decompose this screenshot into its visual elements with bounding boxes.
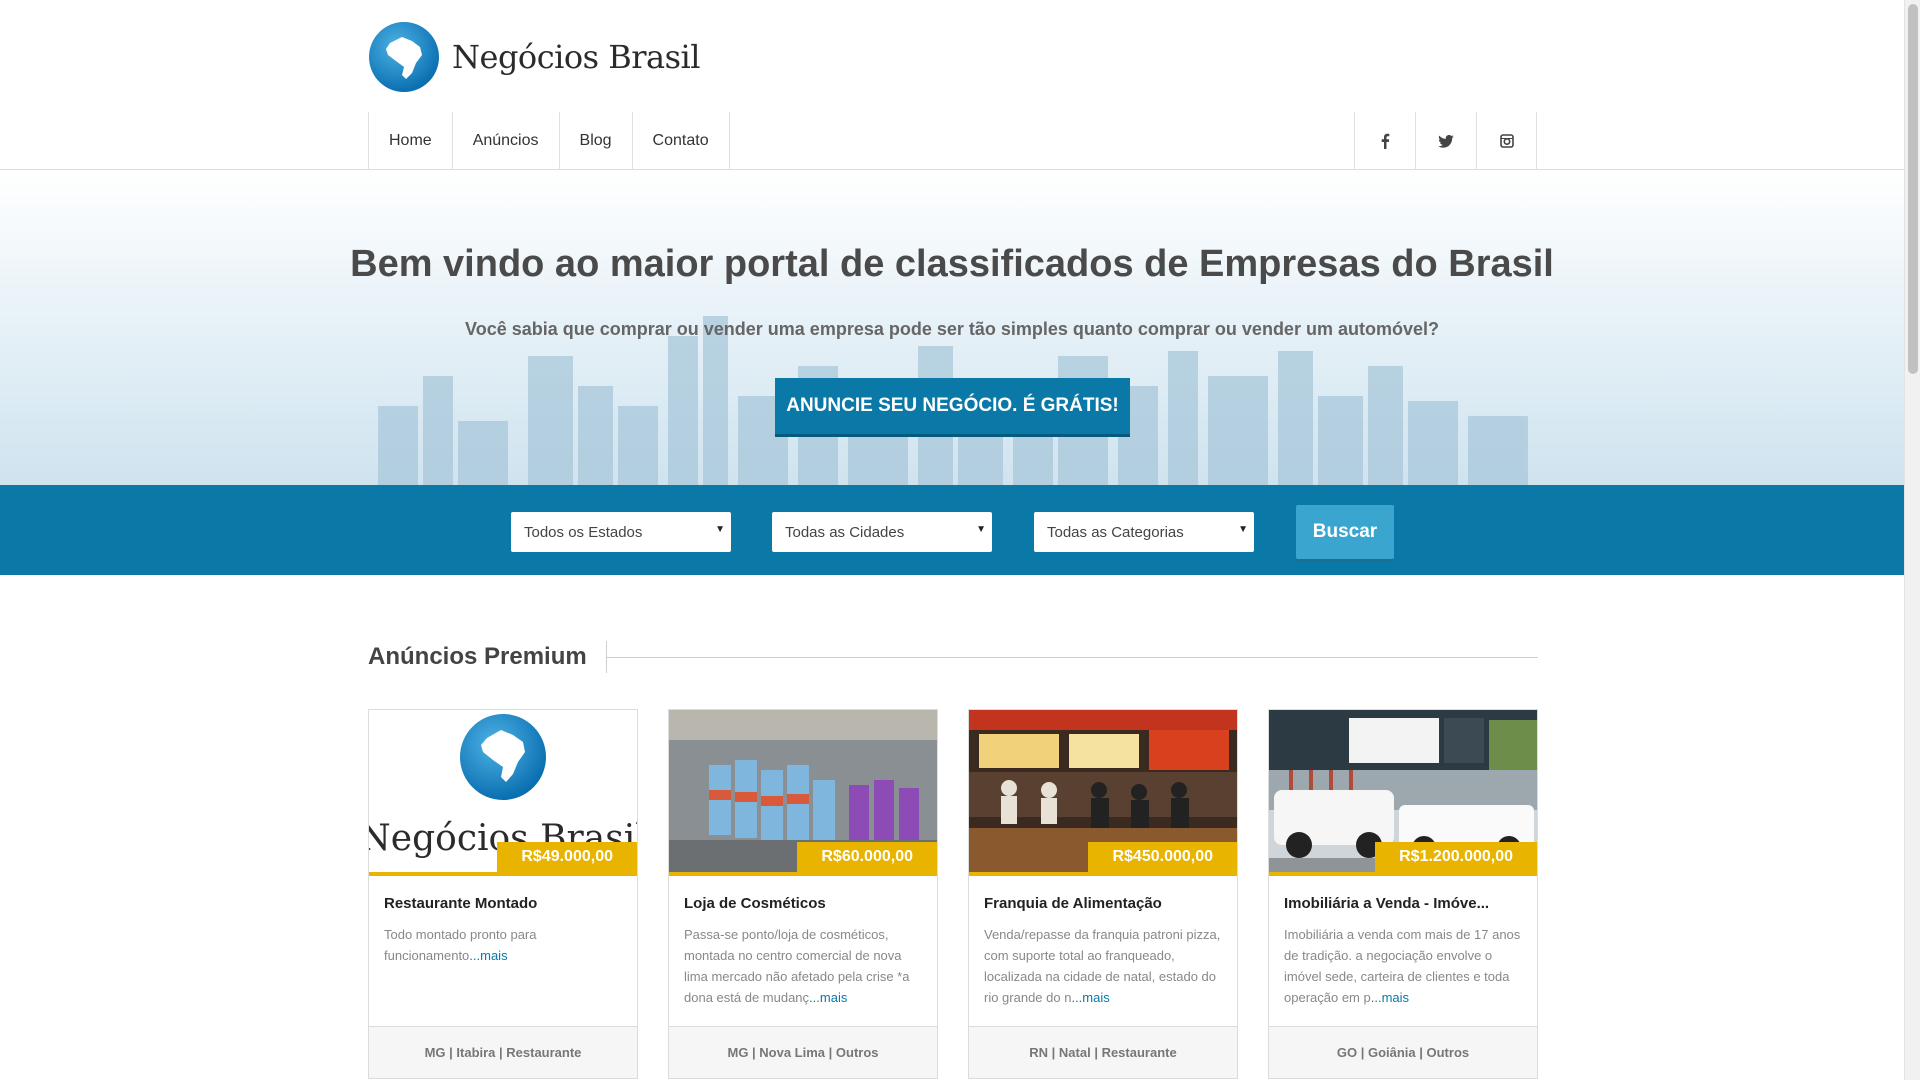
search-bar: Todos os Estados ▼ Todas as Cidades ▼ To… <box>0 485 1904 575</box>
price-accent-bar <box>669 872 937 876</box>
scrollbar-thumb[interactable] <box>1908 4 1918 374</box>
city-select[interactable]: Todas as Cidades ▼ <box>772 512 992 552</box>
listing-card[interactable]: R$60.000,00 Loja de Cosméticos Passa-se … <box>668 709 938 1079</box>
listing-location: GO | Goiânia | Outros <box>1269 1026 1537 1078</box>
listing-title[interactable]: Franquia de Alimentação <box>984 895 1162 912</box>
brazil-globe-icon <box>369 22 439 92</box>
page: Negócios Brasil Home Anúncios Blog Conta… <box>0 0 1904 1080</box>
listing-price: R$49.000,00 <box>497 842 637 872</box>
read-more-link[interactable]: ...mais <box>809 990 847 1005</box>
chevron-down-icon: ▼ <box>976 524 986 535</box>
listing-location: RN | Natal | Restaurante <box>969 1026 1237 1078</box>
vertical-scrollbar[interactable] <box>1904 0 1920 1080</box>
listing-image[interactable]: Negócios Brasil R$49.000,00 <box>369 710 637 872</box>
chevron-down-icon: ▼ <box>715 524 725 535</box>
site-header: Negócios Brasil Home Anúncios Blog Conta… <box>0 0 1904 170</box>
announce-business-button[interactable]: ANUNCIE SEU NEGÓCIO. É GRÁTIS! <box>775 378 1130 437</box>
hero-subtitle: Você sabia que comprar ou vender uma emp… <box>465 319 1439 339</box>
instagram-icon[interactable] <box>1476 112 1537 170</box>
price-accent-bar <box>369 872 637 876</box>
premium-section-title: Anúncios Premium <box>368 643 587 670</box>
read-more-link[interactable]: ...mais <box>469 948 507 963</box>
nav-contato[interactable]: Contato <box>631 112 730 170</box>
listing-price: R$60.000,00 <box>797 842 937 872</box>
state-select-value: Todos os Estados <box>524 523 643 541</box>
listing-title[interactable]: Restaurante Montado <box>384 895 537 912</box>
listing-card[interactable]: R$450.000,00 Franquia de Alimentação Ven… <box>968 709 1238 1079</box>
state-select[interactable]: Todos os Estados ▼ <box>511 512 731 552</box>
listing-description: Imobiliária a venda com mais de 17 anos … <box>1284 924 1524 1008</box>
listing-price: R$1.200.000,00 <box>1375 842 1537 872</box>
read-more-link[interactable]: ...mais <box>1371 990 1409 1005</box>
brand-name: Negócios Brasil <box>452 38 700 76</box>
main-nav: Home Anúncios Blog Contato <box>368 112 730 170</box>
nav-blog[interactable]: Blog <box>558 112 632 170</box>
section-divider <box>606 657 1538 658</box>
listing-location: MG | Itabira | Restaurante <box>369 1026 637 1078</box>
listing-image[interactable]: R$1.200.000,00 <box>1269 710 1537 872</box>
price-accent-bar <box>969 872 1237 876</box>
site-logo[interactable]: Negócios Brasil <box>368 21 700 93</box>
facebook-icon[interactable] <box>1354 112 1415 170</box>
listing-description: Todo montado pronto para funcionamento..… <box>384 924 624 966</box>
listing-location: MG | Nova Lima | Outros <box>669 1026 937 1078</box>
nav-home[interactable]: Home <box>368 112 452 170</box>
listing-price: R$450.000,00 <box>1088 842 1237 872</box>
listing-description-text: Passa-se ponto/loja de cosméticos, monta… <box>684 927 910 1005</box>
listing-description-text: Todo montado pronto para funcionamento <box>384 927 537 963</box>
listing-image[interactable]: R$60.000,00 <box>669 710 937 872</box>
twitter-icon[interactable] <box>1415 112 1476 170</box>
category-select-value: Todas as Categorias <box>1047 523 1184 541</box>
city-select-value: Todas as Cidades <box>785 523 905 541</box>
category-select[interactable]: Todas as Categorias ▼ <box>1034 512 1254 552</box>
listing-image[interactable]: R$450.000,00 <box>969 710 1237 872</box>
listing-card[interactable]: R$1.200.000,00 Imobiliária a Venda - Imó… <box>1268 709 1538 1079</box>
hero-title: Bem vindo ao maior portal de classificad… <box>350 243 1554 285</box>
listing-description: Passa-se ponto/loja de cosméticos, monta… <box>684 924 924 1008</box>
search-button[interactable]: Buscar <box>1296 505 1394 559</box>
chevron-down-icon: ▼ <box>1238 524 1248 535</box>
listing-title[interactable]: Imobiliária a Venda - Imóve... <box>1284 895 1489 912</box>
listing-title[interactable]: Loja de Cosméticos <box>684 895 826 912</box>
hero-section: Bem vindo ao maior portal de classificad… <box>0 171 1904 485</box>
price-accent-bar <box>1269 872 1537 876</box>
social-links <box>1354 112 1537 170</box>
read-more-link[interactable]: ...mais <box>1071 990 1109 1005</box>
listing-card[interactable]: Negócios Brasil R$49.000,00 Restaurante … <box>368 709 638 1079</box>
listing-description: Venda/repasse da franquia patroni pizza,… <box>984 924 1224 1008</box>
nav-anuncios[interactable]: Anúncios <box>451 112 559 170</box>
